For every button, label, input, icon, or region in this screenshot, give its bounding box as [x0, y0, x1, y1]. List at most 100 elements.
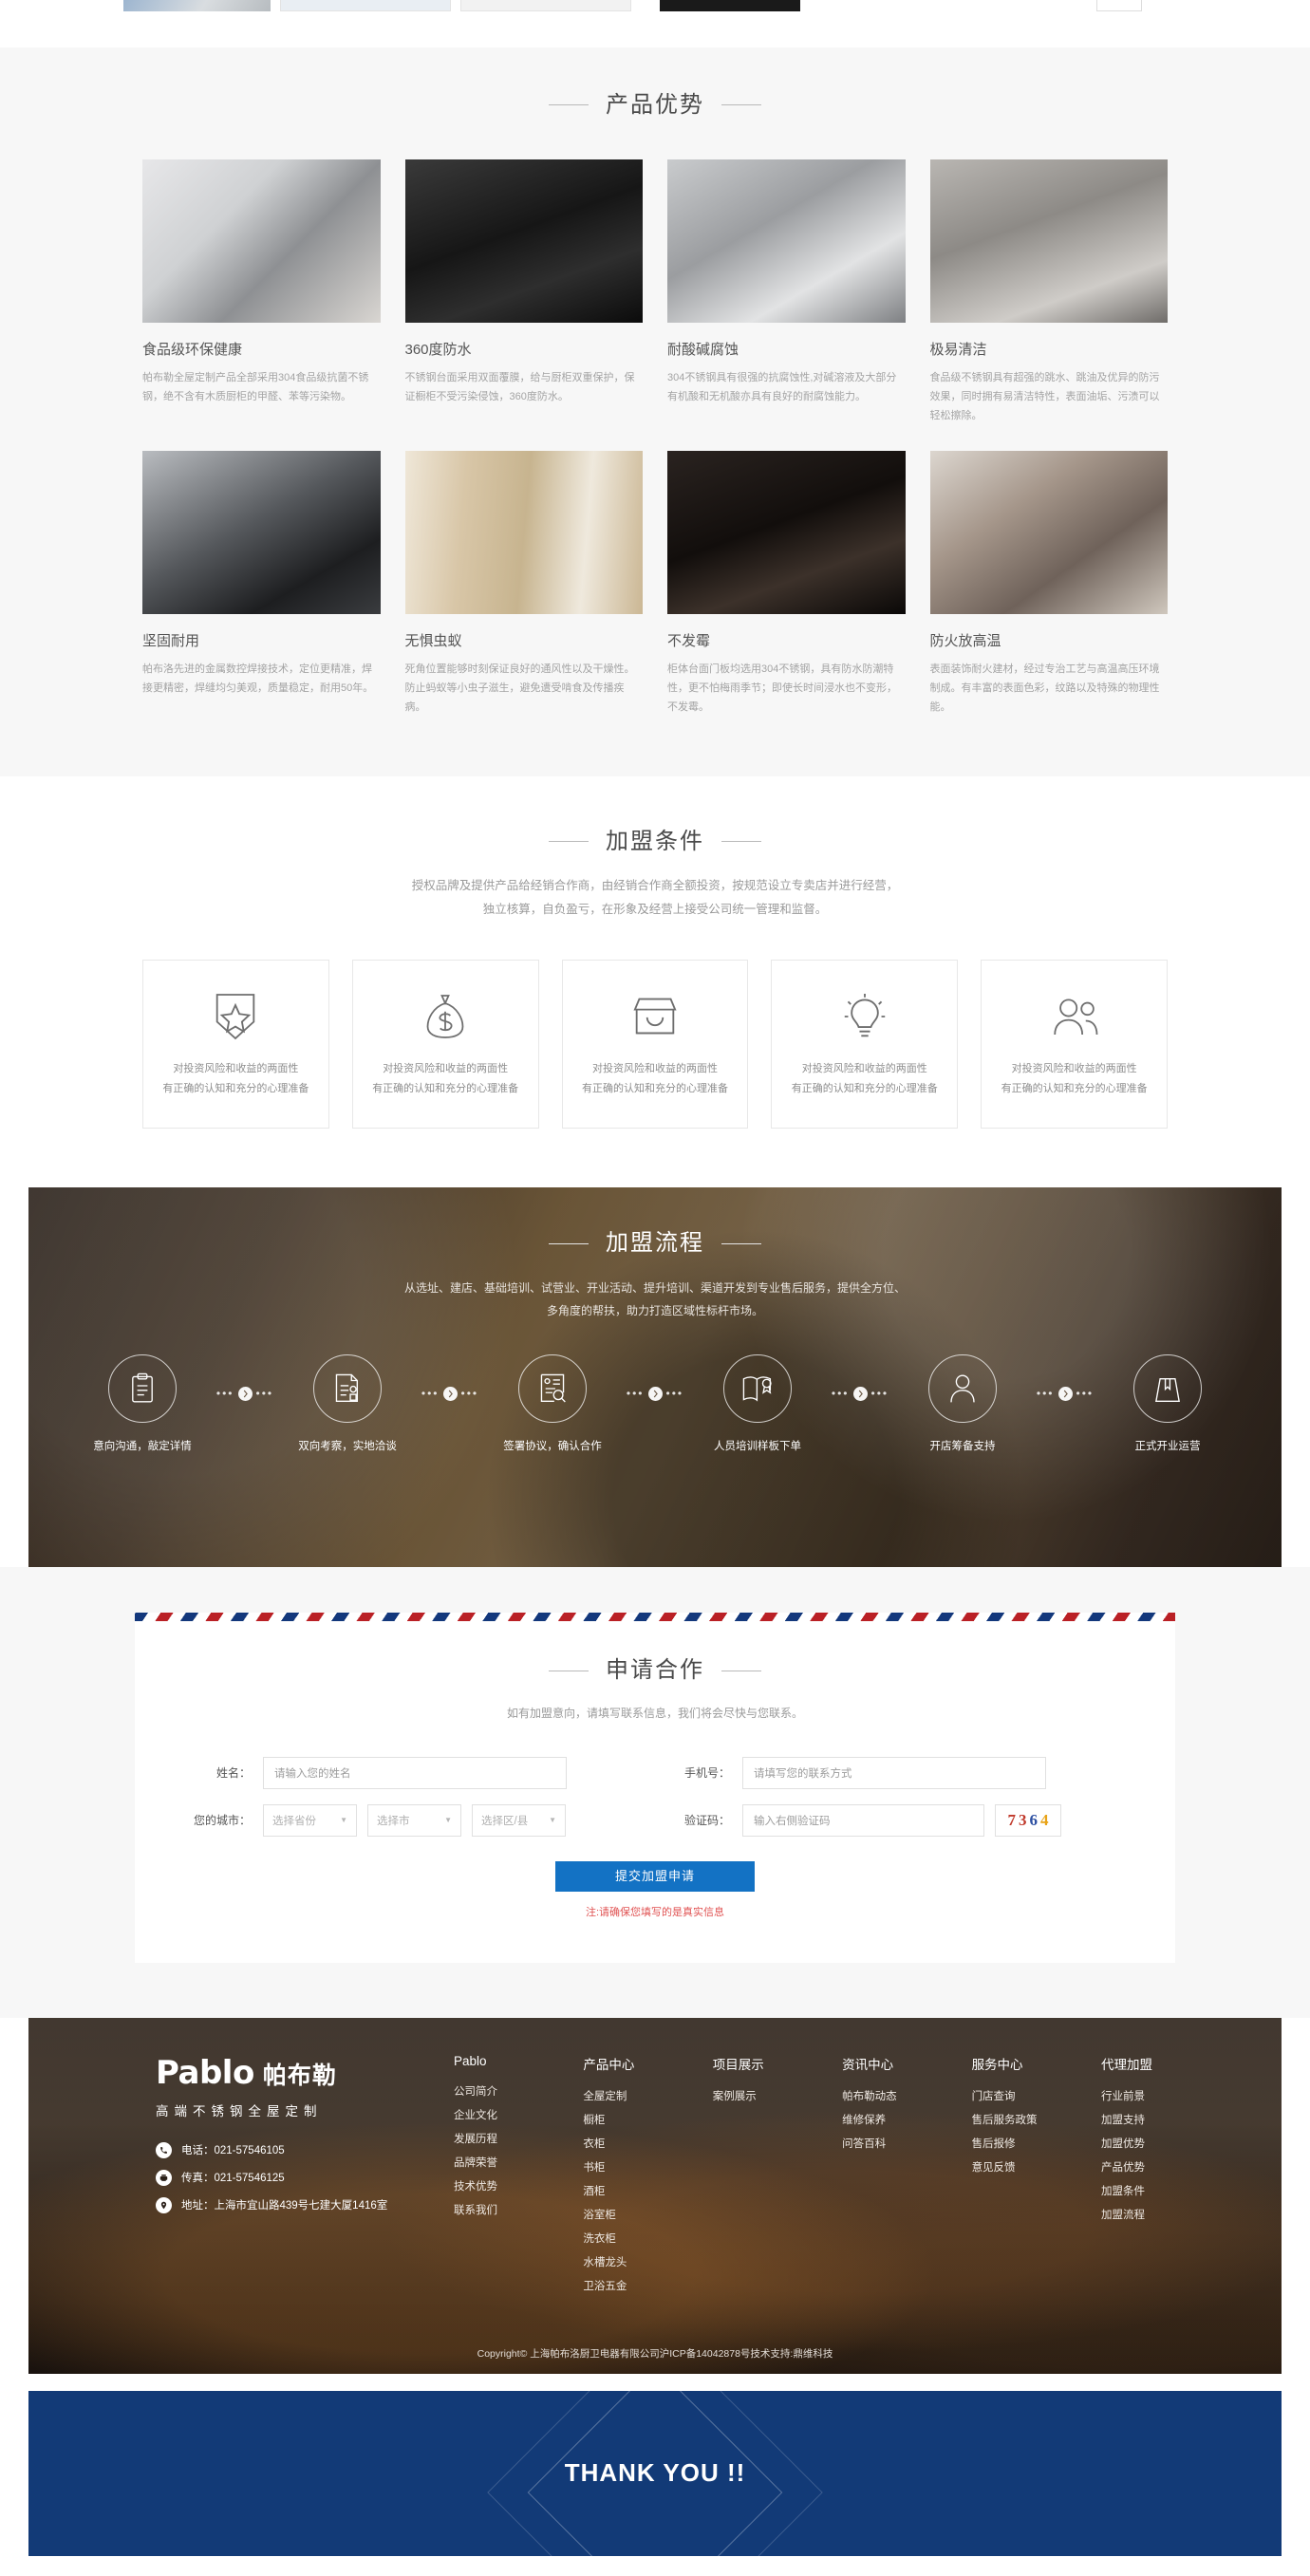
form-row-2: 您的城市： 选择省份 ▼ 选择市 ▼ 选择区/县 ▼ 验证码： 输入右侧验证码 …: [176, 1803, 1134, 1837]
form-fields: 姓名： 请输入您的姓名 手机号： 请填写您的联系方式 您的城市： 选择省份 ▼: [176, 1756, 1134, 1837]
footer-link[interactable]: 售后服务政策: [972, 2112, 1046, 2127]
footer-link[interactable]: 维修保养: [842, 2112, 916, 2127]
footer-link[interactable]: 浴室柜: [583, 2207, 657, 2222]
city-select-value: 选择市: [377, 1815, 410, 1827]
step-connector: ••• •••: [825, 1386, 895, 1401]
subtitle-line-2: 独立核算，自负盈亏，在形象及经营上接受公司统一管理和监督。: [482, 903, 828, 917]
advantage-card[interactable]: 防火放高温 表面装饰耐火建材，经过专治工艺与高温高压环境制成。有丰富的表面色彩，…: [929, 450, 1168, 718]
advantage-image: [667, 159, 906, 323]
footer-link[interactable]: 酒柜: [583, 2183, 657, 2198]
footer-link[interactable]: 意见反馈: [972, 2159, 1046, 2175]
footer-link[interactable]: 加盟优势: [1101, 2136, 1175, 2151]
footer-link[interactable]: 帕布勒动态: [842, 2088, 916, 2103]
submit-area: 提交加盟申请 注:请确保您填写的是真实信息: [135, 1860, 1175, 1919]
footer-link[interactable]: 卫浴五金: [583, 2278, 657, 2293]
chevron-right-icon: [442, 1386, 458, 1401]
process-step-2[interactable]: 双向考察，实地洽谈: [290, 1353, 404, 1457]
phone-icon: [156, 2141, 172, 2158]
heading-rule-right: [721, 840, 761, 842]
condition-card[interactable]: 对投资风险和收益的两面性 有正确的认知和充分的心理准备: [561, 960, 749, 1129]
process-step-3[interactable]: 签署协议，确认合作: [496, 1353, 609, 1457]
clipboard-icon: [108, 1353, 177, 1423]
process-step-1[interactable]: 意向沟通，敲定详情: [85, 1353, 199, 1457]
footer-link[interactable]: 书柜: [583, 2159, 657, 2175]
step-label: 人员培训样板下单: [714, 1440, 801, 1452]
footer-link[interactable]: 水槽龙头: [583, 2254, 657, 2269]
cutoff-card-2: [280, 0, 451, 11]
advantage-desc: 不锈钢台面采用双面覆膜，给与厨柜双重保护，保证橱柜不受污染侵蚀，360度防水。: [404, 371, 635, 402]
condition-card[interactable]: 对投资风险和收益的两面性 有正确的认知和充分的心理准备: [351, 960, 539, 1129]
footer-link[interactable]: 门店查询: [972, 2088, 1046, 2103]
phone-label: 手机号：: [683, 1766, 730, 1781]
condition-card[interactable]: 对投资风险和收益的两面性 有正确的认知和充分的心理准备: [142, 960, 329, 1129]
condition-line-2: 有正确的认知和充分的心理准备: [791, 1083, 938, 1095]
footer-link[interactable]: 加盟支持: [1101, 2112, 1175, 2127]
thank-you-section: THANK YOU !!: [28, 2390, 1282, 2556]
footer-link[interactable]: 企业文化: [454, 2107, 528, 2122]
footer-link[interactable]: 全屋定制: [583, 2088, 657, 2103]
captcha-input[interactable]: 输入右侧验证码: [742, 1803, 984, 1837]
footer-link[interactable]: 案例展示: [713, 2088, 787, 2103]
advantage-title: 坚固耐用: [142, 632, 200, 649]
condition-line-2: 有正确的认知和充分的心理准备: [1001, 1083, 1148, 1095]
advantage-card[interactable]: 极易清洁 食品级不锈钢具有超强的跳水、跳油及优异的防污效果，同时拥有易清洁特性，…: [929, 159, 1168, 426]
province-select[interactable]: 选择省份 ▼: [263, 1803, 357, 1837]
connector-dots-right: •••: [665, 1387, 684, 1401]
site-footer: Pablo 帕布勒 高端不锈钢全屋定制 电话：021-57546105 传真：0…: [28, 2017, 1282, 2374]
footer-link[interactable]: 衣柜: [583, 2136, 657, 2151]
footer-link[interactable]: 联系我们: [454, 2202, 528, 2217]
footer-link[interactable]: 加盟流程: [1101, 2207, 1175, 2222]
chevron-down-icon: ▼: [444, 1816, 452, 1825]
footer-link[interactable]: 售后报修: [972, 2136, 1046, 2151]
advantage-desc: 帕布洛先进的金属数控焊接技术，定位更精准，焊接更精密，焊缝均匀美观，质量稳定，耐…: [142, 663, 374, 694]
process-step-5[interactable]: 开店筹备支持: [906, 1353, 1020, 1457]
advantage-card[interactable]: 不发霉 柜体台面门板均选用304不锈钢，具有防水防潮特性，更不怕梅雨季节；即使长…: [667, 450, 906, 718]
captcha-digit-1: 7: [1007, 1810, 1017, 1829]
condition-line-2: 有正确的认知和充分的心理准备: [581, 1083, 728, 1095]
contact-phone-text: 电话：021-57546105: [181, 2145, 285, 2157]
process-step-6[interactable]: 正式开业运营: [1111, 1353, 1225, 1457]
advantage-title: 耐酸碱腐蚀: [667, 341, 739, 358]
condition-card[interactable]: 对投资风险和收益的两面性 有正确的认知和充分的心理准备: [981, 960, 1168, 1129]
form-row-1: 姓名： 请输入您的姓名 手机号： 请填写您的联系方式: [176, 1756, 1134, 1789]
advantage-image: [404, 159, 643, 323]
chevron-down-icon: ▼: [340, 1816, 347, 1825]
phone-input[interactable]: 请填写您的联系方式: [742, 1756, 1046, 1789]
footer-link[interactable]: 技术优势: [454, 2178, 528, 2193]
footer-link[interactable]: 问答百科: [842, 2136, 916, 2151]
footer-column-title: 服务中心: [971, 2057, 1023, 2072]
submit-application-button[interactable]: 提交加盟申请: [555, 1860, 755, 1892]
captcha-image[interactable]: 7 3 6 4: [995, 1803, 1061, 1837]
footer-link[interactable]: 公司简介: [454, 2083, 528, 2099]
advantage-card[interactable]: 食品级环保健康 帕布勒全屋定制产品全部采用304食品级抗菌不锈钢，绝不含有木质厨…: [142, 159, 381, 426]
contact-address-text: 地址：上海市宜山路439号七建大厦1416室: [181, 2200, 388, 2212]
connector-dots-left: •••: [421, 1387, 440, 1401]
footer-column-products: 产品中心 全屋定制 橱柜 衣柜 书柜 酒柜 浴室柜 洗衣柜 水槽龙头 卫浴五金: [583, 2054, 657, 2302]
footer-logo[interactable]: Pablo 帕布勒: [156, 2054, 420, 2092]
city-select[interactable]: 选择市 ▼: [367, 1803, 461, 1837]
connector-dots-right: •••: [460, 1387, 479, 1401]
condition-line-1: 对投资风险和收益的两面性: [383, 1062, 509, 1074]
footer-link[interactable]: 橱柜: [583, 2112, 657, 2127]
footer-link[interactable]: 品牌荣誉: [454, 2155, 528, 2170]
page-root: 产品优势 食品级环保健康 帕布勒全屋定制产品全部采用304食品级抗菌不锈钢，绝不…: [0, 0, 1310, 2556]
advantage-card[interactable]: 360度防水 不锈钢台面采用双面覆膜，给与厨柜双重保护，保证橱柜不受污染侵蚀，3…: [404, 159, 643, 426]
advantage-card[interactable]: 坚固耐用 帕布洛先进的金属数控焊接技术，定位更精准，焊接更精密，焊缝均匀美观，质…: [142, 450, 381, 718]
footer-link[interactable]: 行业前景: [1101, 2088, 1175, 2103]
product-advantages-grid: 食品级环保健康 帕布勒全屋定制产品全部采用304食品级抗菌不锈钢，绝不含有木质厨…: [142, 159, 1168, 718]
footer-link[interactable]: 产品优势: [1101, 2159, 1175, 2175]
footer-link[interactable]: 发展历程: [454, 2131, 528, 2146]
advantage-card[interactable]: 耐酸碱腐蚀 304不锈钢具有很强的抗腐蚀性,对碱溶液及大部分有机酸和无机酸亦具有…: [667, 159, 906, 426]
footer-link[interactable]: 加盟条件: [1101, 2183, 1175, 2198]
advantage-card[interactable]: 无惧虫蚁 死角位置能够时刻保证良好的通风性以及干燥性。防止蚂蚁等小虫子滋生，避免…: [404, 450, 643, 718]
footer-link[interactable]: 洗衣柜: [583, 2231, 657, 2246]
heading-rule-left: [549, 840, 589, 842]
product-advantages-heading: 产品优势: [0, 89, 1310, 121]
process-step-4[interactable]: 人员培训样板下单: [701, 1353, 814, 1457]
condition-card[interactable]: 对投资风险和收益的两面性 有正确的认知和充分的心理准备: [771, 960, 959, 1129]
condition-text: 对投资风险和收益的两面性 有正确的认知和充分的心理准备: [1001, 1059, 1148, 1100]
connector-dots-left: •••: [1036, 1387, 1055, 1401]
district-select[interactable]: 选择区/县 ▼: [472, 1803, 566, 1837]
agreement-search-icon: [518, 1353, 587, 1423]
name-input[interactable]: 请输入您的姓名: [263, 1756, 567, 1789]
